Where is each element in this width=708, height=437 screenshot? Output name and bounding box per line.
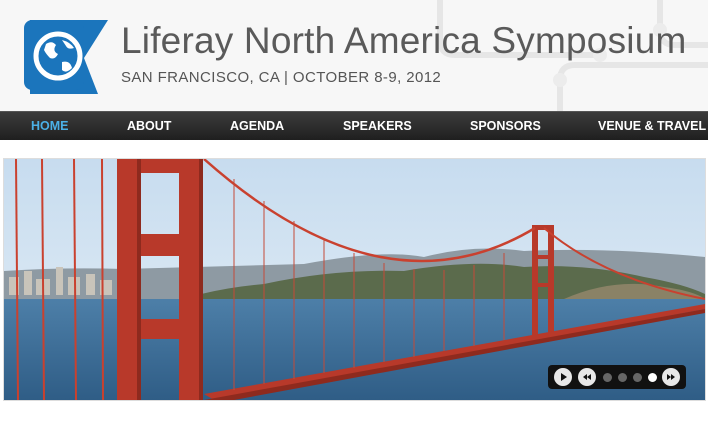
golden-gate-bridge-photo <box>4 159 705 400</box>
main-nav: HOME ABOUT AGENDA SPEAKERS SPONSORS VENU… <box>0 111 708 140</box>
play-button[interactable] <box>554 368 572 386</box>
nav-item-venue-travel[interactable]: VENUE & TRAVEL <box>598 112 706 140</box>
site-header: Liferay North America Symposium SAN FRAN… <box>0 0 708 111</box>
prev-slide-button[interactable] <box>578 368 596 386</box>
prev-icon <box>583 374 591 380</box>
play-icon <box>561 373 567 381</box>
nav-item-speakers[interactable]: SPEAKERS <box>343 112 412 140</box>
slide-dot-2[interactable] <box>618 373 627 382</box>
slide-dot-4-active[interactable] <box>648 373 657 382</box>
next-slide-button[interactable] <box>662 368 680 386</box>
site-subtitle: SAN FRANCISCO, CA | OCTOBER 8-9, 2012 <box>121 69 442 86</box>
nav-item-agenda[interactable]: AGENDA <box>230 112 284 140</box>
site-title: Liferay North America Symposium <box>121 20 687 61</box>
nav-item-about[interactable]: ABOUT <box>127 112 171 140</box>
liferay-logo[interactable] <box>22 18 110 94</box>
slide-dot-1[interactable] <box>603 373 612 382</box>
next-icon <box>667 374 675 380</box>
nav-item-home[interactable]: HOME <box>31 112 69 140</box>
slideshow-controls <box>548 365 686 389</box>
nav-item-sponsors[interactable]: SPONSORS <box>470 112 541 140</box>
slide-dot-3[interactable] <box>633 373 642 382</box>
